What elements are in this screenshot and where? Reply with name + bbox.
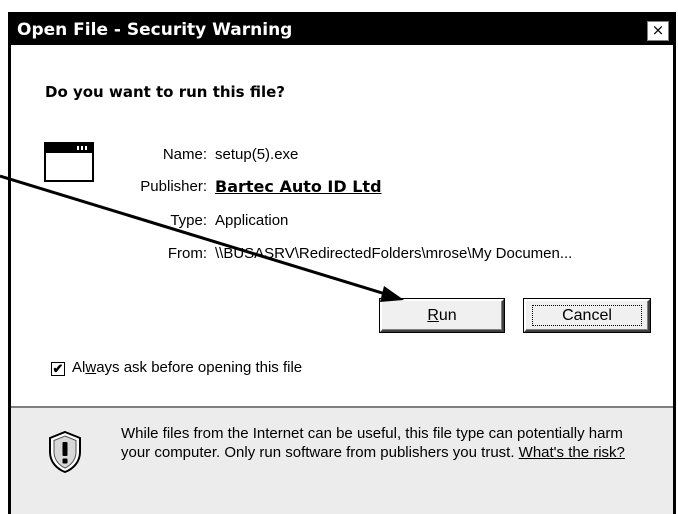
whats-the-risk-link[interactable]: What's the risk? xyxy=(519,444,625,461)
name-label: Name: xyxy=(162,146,207,163)
window-title: Open File - Security Warning xyxy=(17,20,293,40)
warning-message: While files from the Internet can be use… xyxy=(121,425,625,461)
warning-panel: While files from the Internet can be use… xyxy=(11,408,673,514)
type-value: Application xyxy=(215,212,289,229)
checkmark-icon: ✔ xyxy=(52,361,64,376)
security-warning-dialog: Open File - Security Warning × Do you wa… xyxy=(8,12,676,514)
from-value: \\BUSASRV\RedirectedFolders\mrose\My Doc… xyxy=(215,245,573,262)
publisher-link[interactable]: Bartec Auto ID Ltd xyxy=(215,177,382,196)
run-button[interactable]: Run xyxy=(380,299,504,332)
from-label: From: xyxy=(167,245,207,262)
type-label: Type: xyxy=(170,212,207,229)
focus-rectangle xyxy=(532,305,642,326)
run-question: Do you want to run this file? xyxy=(45,83,285,101)
cancel-button[interactable]: Cancel xyxy=(524,299,650,332)
title-bar[interactable]: Open File - Security Warning × xyxy=(11,15,673,45)
name-value: setup(5).exe xyxy=(215,146,299,163)
close-icon: × xyxy=(651,21,665,39)
always-ask-label[interactable]: Always ask before opening this file xyxy=(72,359,302,376)
file-info-panel: Do you want to run this file? Name: setu… xyxy=(11,45,673,406)
publisher-label: Publisher: xyxy=(140,178,207,195)
close-button[interactable]: × xyxy=(647,21,669,41)
shield-warning-icon xyxy=(49,430,81,474)
always-ask-checkbox[interactable]: ✔ xyxy=(51,362,65,376)
